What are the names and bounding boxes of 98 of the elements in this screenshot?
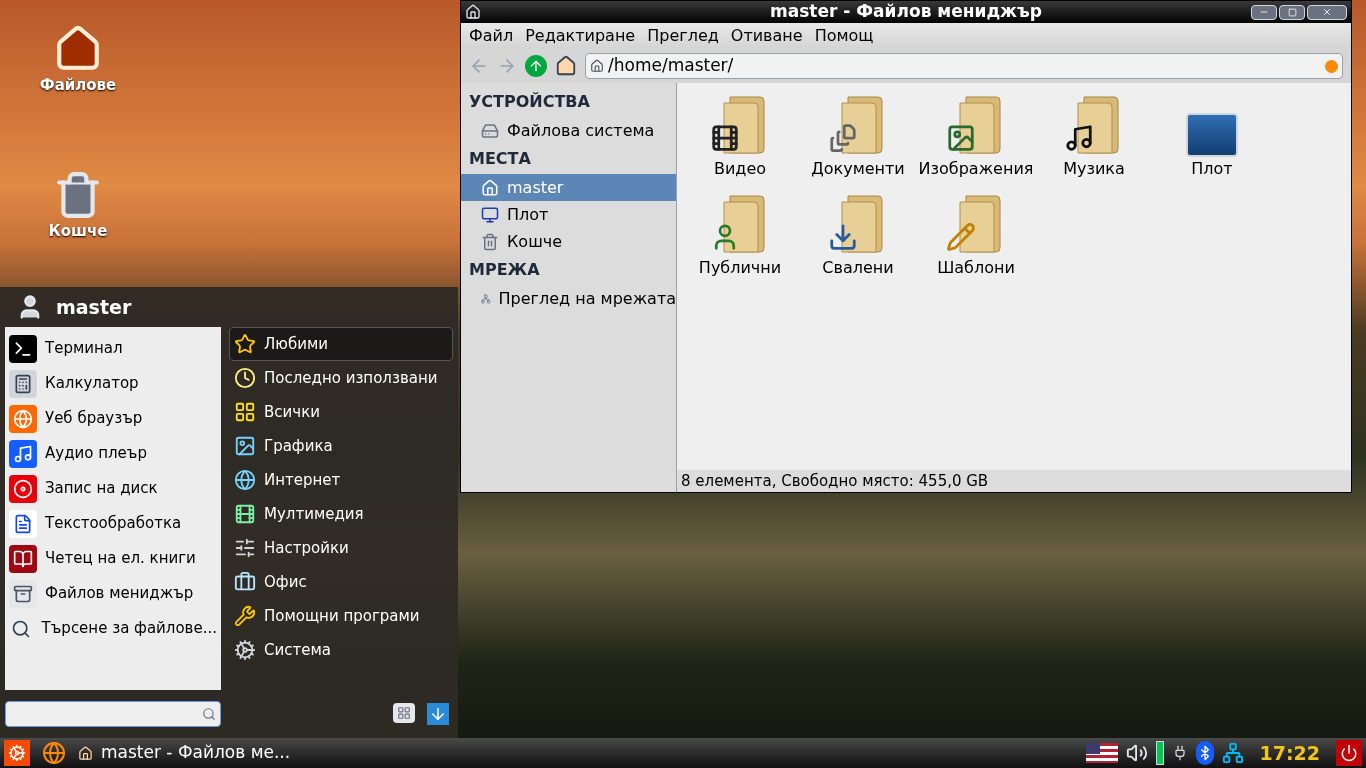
up-button[interactable] [525,55,547,77]
favorite-app-item[interactable]: Текстообработка [5,506,221,541]
file-item-label[interactable]: Видео [713,157,767,181]
picture-icon [234,435,256,457]
window-title: master - Файлов мениджър [770,0,1042,24]
sidebar-item[interactable]: Кошче [461,228,676,255]
clear-icon [1325,59,1338,73]
home-icon [481,178,499,197]
power-button[interactable] [1336,740,1362,766]
menu-item[interactable]: Преглед [647,24,719,48]
globe-icon [9,404,37,433]
sliders-icon [234,537,256,559]
battery-icon[interactable] [1155,741,1164,765]
bluetooth-icon[interactable] [1195,741,1214,765]
gear-icon [234,639,256,661]
search-field[interactable] [5,701,221,727]
sidebar-heading: УСТРОЙСТВА [468,91,591,113]
user-name: master [56,294,132,320]
book-icon [9,544,37,573]
task-button[interactable]: master - Файлов ме... [78,740,291,766]
minimize-button[interactable] [1251,4,1277,20]
star-icon [234,333,256,355]
close-icon [1322,7,1332,17]
clock[interactable]: 17:22 [1251,738,1328,768]
music-note-icon [9,439,37,468]
file-item-label[interactable]: Музика [1063,157,1125,181]
window-home-icon [465,4,481,20]
drive-icon [481,121,499,140]
category-item[interactable]: Система [229,633,453,667]
task-label: master - Файлов ме... [101,741,291,765]
favorite-app-item[interactable]: Файлов мениджър [5,576,221,611]
favorite-app-item[interactable]: Калкулатор [5,366,221,401]
file-item-label[interactable]: Шаблони [937,256,1015,280]
globe-icon [234,469,256,491]
maximize-button[interactable] [1279,4,1305,20]
category-item[interactable]: Мултимедия [229,497,453,531]
grid-icon [397,706,411,720]
clock-icon [234,367,256,389]
browser-launcher-icon[interactable] [42,741,66,765]
favorite-app-item[interactable]: Терминал [5,331,221,366]
search-icon [202,707,216,721]
category-item[interactable]: Любими [229,327,453,361]
category-item[interactable]: Интернет [229,463,453,497]
file-item-label[interactable]: Изображения [918,157,1034,181]
favorite-app-item[interactable]: Запис на диск [5,471,221,506]
calculator-icon [9,369,37,398]
flag-icon[interactable] [1085,743,1118,763]
location-field[interactable]: /home/master/ [585,53,1343,79]
arrow-up-icon [528,58,544,74]
film-icon [234,503,256,525]
category-item[interactable]: Последно използвани [229,361,453,395]
maximize-icon [1287,7,1297,17]
close-button[interactable] [1307,4,1347,20]
category-item[interactable]: Помощни програми [229,599,453,633]
sidebar-item[interactable]: Файлова система [461,117,676,144]
location-path: /home/master/ [608,54,734,78]
file-item-label[interactable]: Плот [1191,157,1233,181]
sidebar-heading: МРЕЖА [468,259,541,281]
document-icon [9,509,37,538]
menu-item[interactable]: Помощ [814,24,874,48]
favorite-app-item[interactable]: Уеб браузър [5,401,221,436]
favorite-app-item[interactable]: Аудио плеър [5,436,221,471]
volume-icon[interactable] [1125,742,1148,764]
file-item-label[interactable]: Публични [698,256,782,280]
monitor-icon [481,205,499,224]
favorite-app-item[interactable]: Търсене за файлове... [5,611,221,646]
sidebar-item[interactable]: Преглед на мрежата [461,285,676,312]
home-icon [78,745,93,761]
category-item[interactable]: Всички [229,395,453,429]
sidebar-heading: МЕСТА [468,148,532,170]
cabinet-icon [9,579,37,608]
menu-item[interactable]: Отиване [730,24,803,48]
power-icon [1340,744,1358,762]
menu-item[interactable]: Редактиране [525,24,636,48]
grid-icon [234,401,256,423]
category-item[interactable]: Графика [229,429,453,463]
briefcase-icon [234,571,256,593]
grid-view-button[interactable] [393,703,415,723]
home-icon [590,59,604,73]
desktop-icon-label[interactable]: Файлове [39,74,117,97]
terminal-icon [9,334,37,363]
sidebar-item[interactable]: master [461,174,676,201]
home-button[interactable] [555,55,577,77]
wrench-icon [234,605,256,627]
file-item-label[interactable]: Документи [811,157,905,181]
start-button[interactable] [4,740,30,766]
sidebar-item[interactable]: Плот [461,201,676,228]
file-item-label[interactable]: Свалени [822,256,894,280]
favorite-app-item[interactable]: Четец на ел. книги [5,541,221,576]
menu-item[interactable]: Файл [469,24,514,48]
arrow-down-icon [429,705,447,723]
gear-icon [8,744,26,762]
network-icon[interactable] [1221,742,1244,764]
category-item[interactable]: Офис [229,565,453,599]
monitor-icon [1186,113,1238,157]
category-item[interactable]: Настройки [229,531,453,565]
download-button[interactable] [427,703,449,725]
trash-icon [481,232,499,251]
